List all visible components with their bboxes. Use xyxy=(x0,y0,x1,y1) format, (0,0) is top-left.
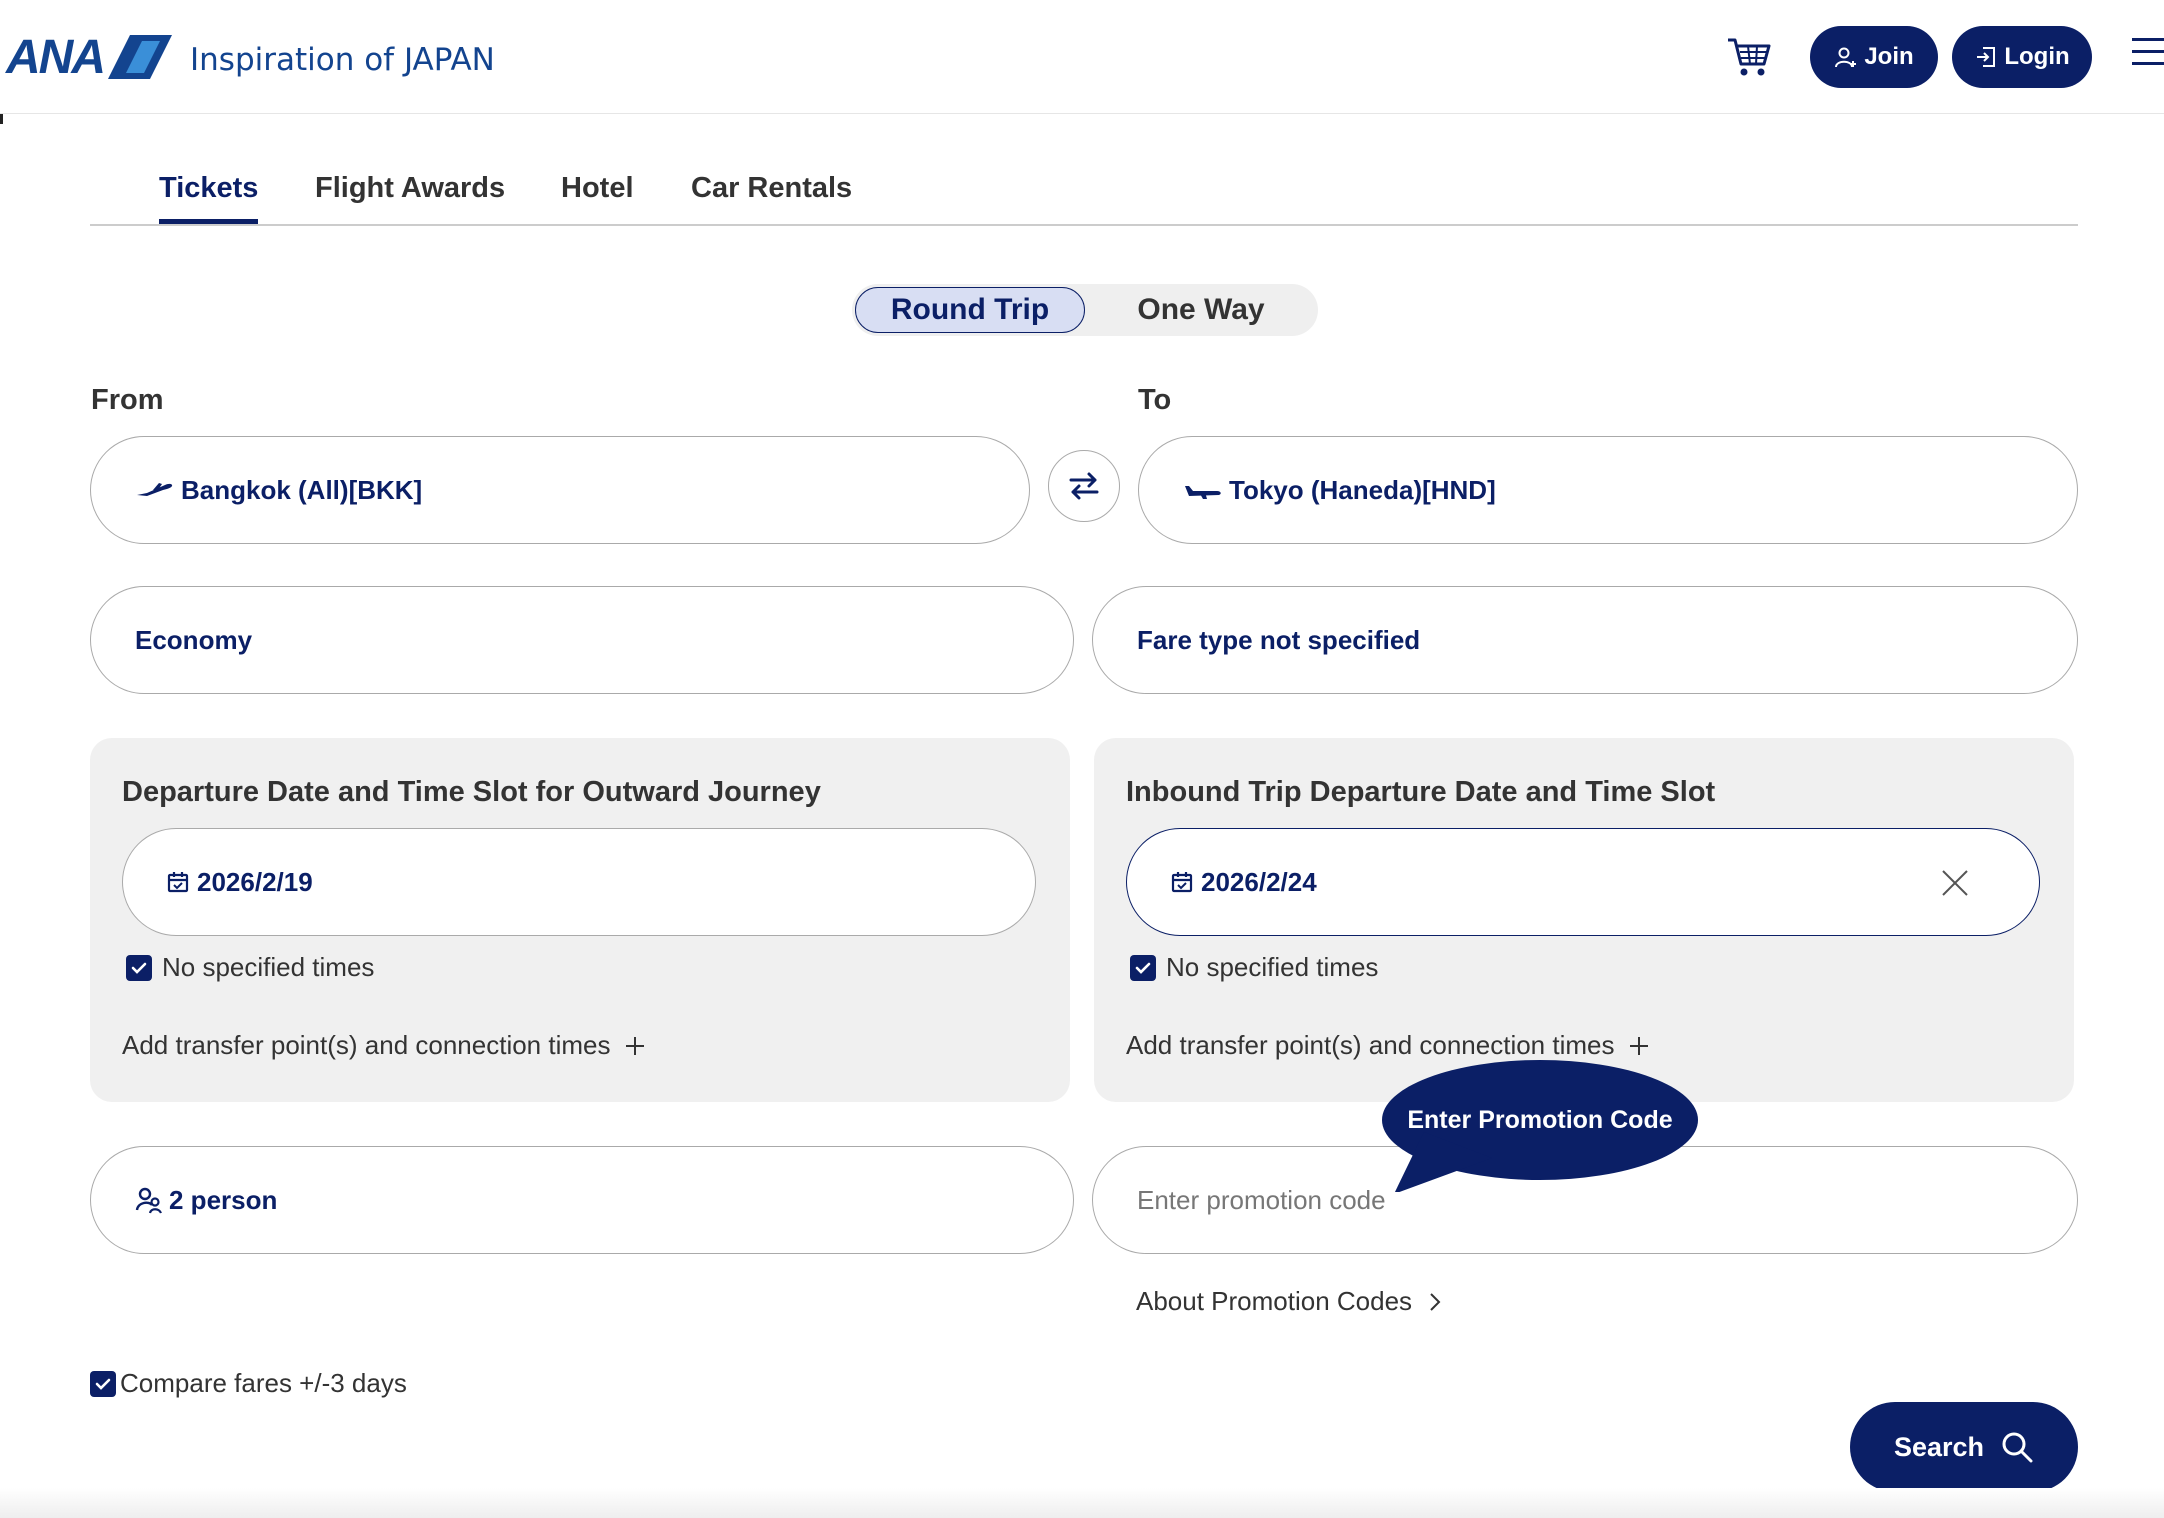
join-button[interactable]: Join xyxy=(1810,26,1938,88)
passengers-value: 2 person xyxy=(169,1184,278,1215)
chevron-right-icon xyxy=(1430,1292,1441,1311)
round-trip-button[interactable]: Round Trip xyxy=(855,287,1085,333)
compare-fares-label: Compare fares +/-3 days xyxy=(120,1368,407,1398)
inbound-panel-title: Inbound Trip Departure Date and Time Slo… xyxy=(1126,776,1716,808)
login-icon xyxy=(1977,47,1996,67)
inbound-date-field[interactable]: 2026/2/24 xyxy=(1126,828,2040,936)
booking-tabs: Tickets Flight Awards Hotel Car Rentals xyxy=(90,160,2078,226)
search-icon xyxy=(2002,1432,2033,1463)
to-field[interactable]: Tokyo (Haneda)[HND] xyxy=(1138,436,2078,544)
from-value: Bangkok (All)[BKK] xyxy=(181,474,423,505)
compare-fares-checkbox[interactable]: Compare fares +/-3 days xyxy=(90,1368,407,1399)
checkbox-checked-icon xyxy=(90,1370,116,1397)
outbound-date-panel: Departure Date and Time Slot for Outward… xyxy=(90,738,1070,1102)
checkbox-checked-icon xyxy=(126,954,152,981)
inbound-no-times-checkbox[interactable]: No specified times xyxy=(1130,952,1378,983)
about-promo-codes-link[interactable]: About Promotion Codes xyxy=(1136,1286,1442,1317)
search-button[interactable]: Search xyxy=(1850,1402,2078,1492)
ana-logo[interactable]: ANA xyxy=(6,31,172,84)
inbound-date-panel: Inbound Trip Departure Date and Time Slo… xyxy=(1094,738,2074,1102)
checkbox-checked-icon xyxy=(1130,954,1156,981)
outbound-no-times-checkbox[interactable]: No specified times xyxy=(126,952,374,983)
swap-icon xyxy=(1069,472,1099,500)
search-label: Search xyxy=(1893,1431,1985,1462)
page-edge-divider xyxy=(0,114,3,124)
from-label: From xyxy=(91,384,164,416)
inbound-transfer-label: Add transfer point(s) and connection tim… xyxy=(1126,1030,1615,1060)
tab-tickets[interactable]: Tickets xyxy=(159,172,259,224)
logo-wordmark: ANA xyxy=(6,30,106,84)
fare-type-value: Fare type not specified xyxy=(1137,624,1421,655)
cabin-class-select[interactable]: Economy xyxy=(90,586,1074,694)
to-value: Tokyo (Haneda)[HND] xyxy=(1229,474,1496,505)
passenger-icon xyxy=(135,1187,163,1214)
user-plus-icon xyxy=(1835,47,1857,68)
plane-takeoff-icon xyxy=(137,483,173,496)
calendar-icon xyxy=(1171,872,1193,893)
calendar-icon xyxy=(167,872,189,893)
outbound-panel-title: Departure Date and Time Slot for Outward… xyxy=(122,776,821,808)
inbound-date-value: 2026/2/24 xyxy=(1201,866,1317,897)
hamburger-menu-icon[interactable] xyxy=(2132,38,2164,68)
plus-icon xyxy=(626,1036,645,1055)
to-label: To xyxy=(1138,384,1172,416)
login-button[interactable]: Login xyxy=(1952,26,2092,88)
site-tagline: Inspiration of JAPAN xyxy=(190,42,495,78)
outbound-no-times-label: No specified times xyxy=(162,952,375,982)
bottom-scroll-shadow xyxy=(0,1488,2164,1518)
about-promo-label: About Promotion Codes xyxy=(1136,1286,1413,1316)
trip-type-toggle: Round Trip One Way xyxy=(852,284,1318,336)
fare-type-select[interactable]: Fare type not specified xyxy=(1092,586,2078,694)
inbound-add-transfer-link[interactable]: Add transfer point(s) and connection tim… xyxy=(1126,1030,1650,1061)
tab-car-rentals[interactable]: Car Rentals xyxy=(691,172,852,219)
site-header: ANA Inspiration of JAPAN Join Login xyxy=(0,0,2164,114)
inbound-no-times-label: No specified times xyxy=(1166,952,1379,982)
swap-route-button[interactable] xyxy=(1048,450,1120,522)
login-label: Login xyxy=(2004,43,2070,70)
outbound-transfer-label: Add transfer point(s) and connection tim… xyxy=(122,1030,611,1060)
passengers-field[interactable]: 2 person xyxy=(90,1146,1074,1254)
cabin-class-value: Economy xyxy=(135,624,253,655)
cart-icon[interactable] xyxy=(1726,34,1772,80)
plus-icon xyxy=(1630,1036,1649,1055)
logo-swoosh-icon xyxy=(108,35,172,79)
promo-tooltip-text: Enter Promotion Code xyxy=(1407,1106,1673,1134)
from-field[interactable]: Bangkok (All)[BKK] xyxy=(90,436,1030,544)
outbound-add-transfer-link[interactable]: Add transfer point(s) and connection tim… xyxy=(122,1030,646,1061)
outbound-date-field[interactable]: 2026/2/19 xyxy=(122,828,1036,936)
join-label: Join xyxy=(1864,43,1914,70)
outbound-date-value: 2026/2/19 xyxy=(197,866,313,897)
plane-landing-icon xyxy=(1185,486,1221,499)
tab-hotel[interactable]: Hotel xyxy=(561,172,634,219)
tab-flight-awards[interactable]: Flight Awards xyxy=(315,172,505,219)
one-way-button[interactable]: One Way xyxy=(1088,287,1314,333)
clear-icon[interactable] xyxy=(1939,867,1971,899)
